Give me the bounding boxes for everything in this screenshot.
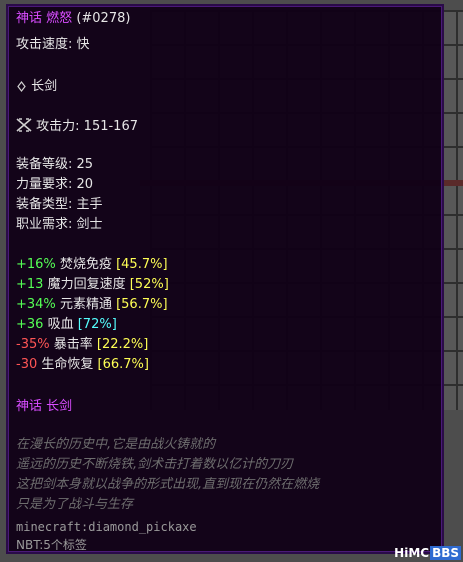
strength-req-label: 力量要求:	[16, 177, 73, 192]
attack-label: 攻击力:	[36, 119, 80, 134]
stat-value: +34%	[16, 297, 56, 312]
stat-value: -30	[16, 357, 38, 372]
stat-line: +13 魔力回复速度 [52%]	[16, 276, 169, 294]
stat-name: 魔力回复速度	[47, 277, 126, 292]
nbt-count: NBT:5个标签	[16, 538, 87, 552]
class-req-label: 职业需求:	[16, 217, 73, 232]
sword-icon	[16, 79, 31, 94]
weapon-type: 长剑	[31, 79, 58, 94]
item-id: minecraft:diamond_pickaxe	[16, 520, 197, 534]
watermark-right: BBS	[430, 546, 461, 560]
watermark-logo: HiMC BBS	[394, 546, 461, 560]
stat-name: 吸血	[47, 317, 74, 332]
stat-roll: [45.7%]	[116, 257, 168, 272]
class-req-line: 职业需求: 剑士	[16, 216, 103, 234]
equip-level-line: 装备等级: 25	[16, 156, 93, 174]
stat-value: +16%	[16, 257, 56, 272]
equip-type-value: 主手	[76, 197, 103, 212]
attack-speed-label: 攻击速度:	[16, 37, 73, 52]
stat-name: 暴击率	[53, 337, 93, 352]
lore-line: 只是为了战斗与生存	[16, 497, 134, 512]
attack-speed-line: 攻击速度: 快	[16, 36, 90, 54]
lore-line: 这把剑本身就以战争的形式出现,直到现在仍然在燃烧	[16, 477, 320, 492]
stat-roll: [56.7%]	[116, 297, 168, 312]
title-id: (#0278)	[76, 11, 131, 26]
rarity-type: 神话 长剑	[16, 399, 73, 414]
stat-value: +36	[16, 317, 44, 332]
equip-level-value: 25	[76, 157, 94, 172]
item-tooltip: 神话 燃怒 (#0278) 攻击速度: 快 长剑 攻击力: 151-167 装备…	[6, 4, 444, 554]
stat-line: +34% 元素精通 [56.7%]	[16, 296, 168, 314]
title-name: 燃怒	[46, 11, 73, 26]
strength-req-line: 力量要求: 20	[16, 176, 93, 194]
stat-roll: [52%]	[129, 277, 169, 292]
strength-req-value: 20	[76, 177, 94, 192]
stat-value: +13	[16, 277, 44, 292]
attack-speed-value: 快	[76, 37, 90, 52]
weapon-type-line: 长剑	[16, 78, 57, 96]
lore-line: 遥远的历史不断烧铁,剑术击打着数以亿计的刀刃	[16, 457, 294, 472]
stat-roll: [66.7%]	[97, 357, 149, 372]
stat-name: 焚烧免疫	[59, 257, 112, 272]
lore-line: 在漫长的历史中,它是由战火铸就的	[16, 437, 216, 452]
equip-level-label: 装备等级:	[16, 157, 73, 172]
item-title: 神话 燃怒 (#0278)	[16, 10, 130, 28]
watermark-left: HiMC	[394, 546, 430, 560]
crossed-swords-icon	[16, 118, 36, 134]
attack-value: 151-167	[83, 119, 138, 134]
stat-name: 生命恢复	[41, 357, 94, 372]
stat-roll: [72%]	[77, 317, 117, 332]
equip-type-label: 装备类型:	[16, 197, 73, 212]
stat-line: -35% 暴击率 [22.2%]	[16, 336, 148, 354]
title-rarity: 神话	[16, 11, 43, 26]
stat-line: -30 生命恢复 [66.7%]	[16, 356, 149, 374]
stat-line: +36 吸血 [72%]	[16, 316, 117, 334]
class-req-value: 剑士	[76, 217, 103, 232]
stat-name: 元素精通	[59, 297, 112, 312]
stat-roll: [22.2%]	[96, 337, 149, 352]
attack-damage-line: 攻击力: 151-167	[16, 118, 138, 136]
equip-type-line: 装备类型: 主手	[16, 196, 103, 214]
stat-line: +16% 焚烧免疫 [45.7%]	[16, 256, 168, 274]
stat-value: -35%	[16, 337, 50, 352]
